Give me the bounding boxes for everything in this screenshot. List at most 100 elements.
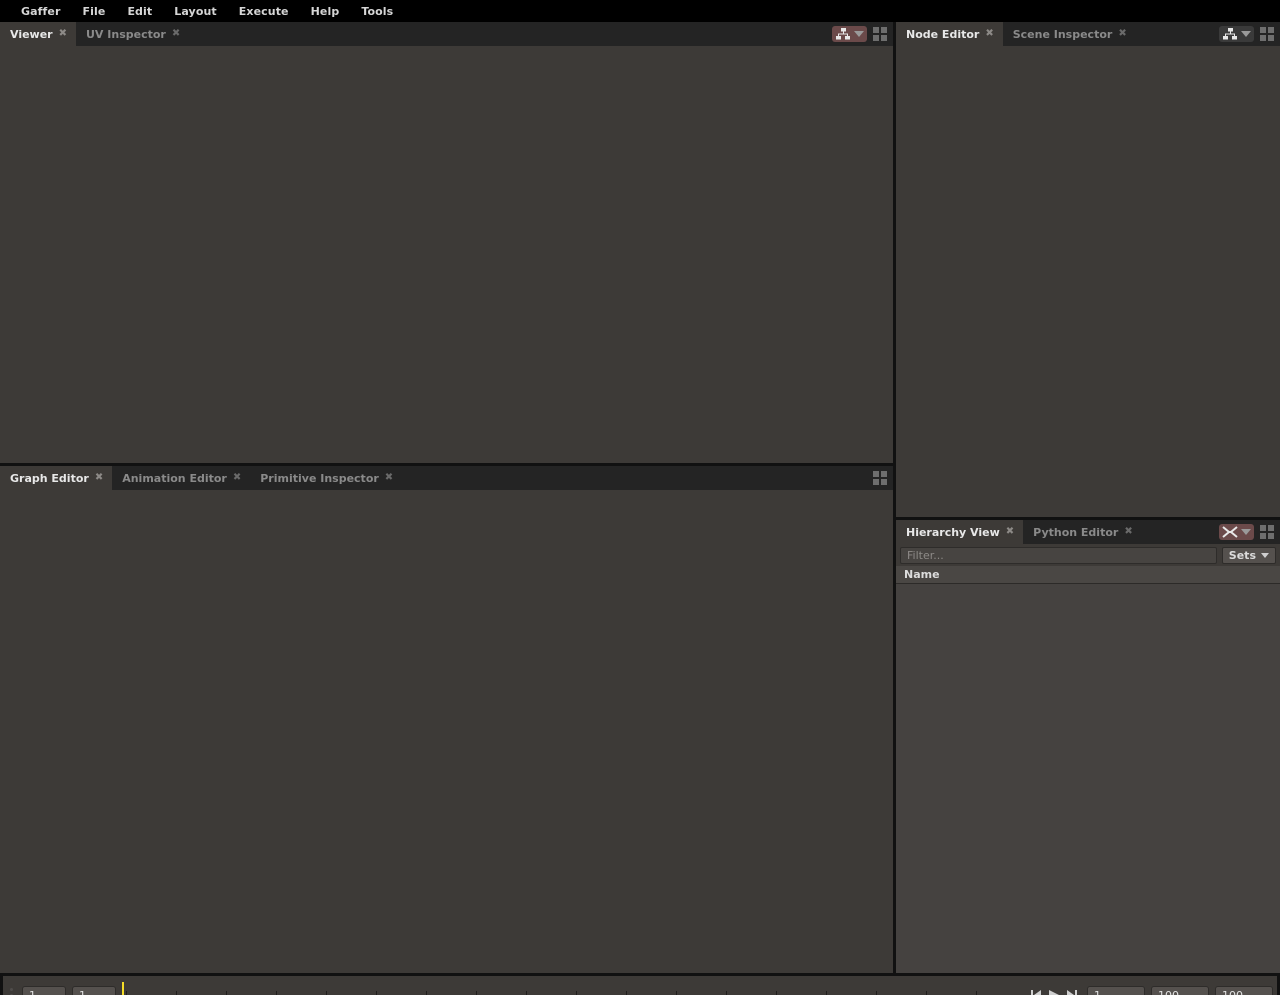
hierarchy-view-tab-list: Hierarchy View ✖ Python Editor ✖ bbox=[896, 520, 1215, 544]
skip-to-start-icon[interactable] bbox=[1031, 989, 1042, 995]
sets-label: Sets bbox=[1228, 548, 1256, 562]
timeline-bar: 1 1 1 100 100 bbox=[0, 973, 1280, 995]
hierarchy-list[interactable] bbox=[896, 584, 1280, 973]
node-editor-content[interactable] bbox=[896, 46, 1280, 517]
chevron-down-icon bbox=[1261, 552, 1269, 558]
layout-grid-icon[interactable] bbox=[1260, 27, 1274, 41]
node-editor-panel: Node Editor ✖ Scene Inspector ✖ bbox=[896, 22, 1280, 517]
tab-scene-inspector[interactable]: Scene Inspector ✖ bbox=[1002, 22, 1136, 46]
viewer-panel: Viewer ✖ UV Inspector ✖ bbox=[0, 22, 893, 463]
close-icon[interactable]: ✖ bbox=[59, 29, 67, 39]
viewer-canvas[interactable] bbox=[0, 46, 893, 463]
ruler-tick bbox=[126, 991, 127, 995]
right-column: Node Editor ✖ Scene Inspector ✖ Hierarch… bbox=[896, 22, 1280, 973]
menu-item-gaffer[interactable]: Gaffer bbox=[10, 2, 72, 21]
tab-graph-editor[interactable]: Graph Editor ✖ bbox=[0, 466, 113, 490]
close-icon[interactable]: ✖ bbox=[172, 29, 180, 39]
close-icon[interactable]: ✖ bbox=[1006, 527, 1014, 537]
ruler-tick bbox=[426, 991, 427, 995]
frame-secondary-field[interactable]: 1 bbox=[72, 985, 116, 995]
ruler-tick bbox=[776, 991, 777, 995]
graph-editor-tab-list: Graph Editor ✖ Animation Editor ✖ Primit… bbox=[0, 466, 869, 490]
tab-label: Python Editor bbox=[1033, 525, 1119, 539]
graph-editor-panel: Graph Editor ✖ Animation Editor ✖ Primit… bbox=[0, 466, 893, 973]
current-frame-field[interactable]: 1 bbox=[1087, 985, 1145, 995]
play-icon[interactable] bbox=[1048, 989, 1060, 995]
tab-label: Viewer bbox=[10, 27, 53, 41]
ruler-tick bbox=[276, 991, 277, 995]
playhead-marker[interactable] bbox=[122, 982, 124, 995]
hierarchy-view-corner-controls bbox=[1215, 520, 1280, 544]
node-graph-icon bbox=[836, 28, 850, 40]
tab-label: Primitive Inspector bbox=[260, 471, 379, 485]
ruler-tick bbox=[826, 991, 827, 995]
tab-label: Graph Editor bbox=[10, 471, 89, 485]
tab-label: Node Editor bbox=[906, 27, 980, 41]
transport-controls bbox=[1027, 989, 1081, 995]
menu-item-layout[interactable]: Layout bbox=[163, 2, 228, 21]
ruler-tick bbox=[226, 991, 227, 995]
ruler-tick bbox=[526, 991, 527, 995]
node-editor-node-selector-button[interactable] bbox=[1219, 26, 1254, 42]
node-editor-corner-controls bbox=[1215, 22, 1280, 46]
ruler-tick bbox=[326, 991, 327, 995]
node-editor-tab-list: Node Editor ✖ Scene Inspector ✖ bbox=[896, 22, 1215, 46]
menu-bar: Gaffer File Edit Layout Execute Help Too… bbox=[0, 0, 1280, 22]
ruler-tick bbox=[376, 991, 377, 995]
hierarchy-expand-collapse-button[interactable] bbox=[1219, 524, 1254, 540]
tab-viewer[interactable]: Viewer ✖ bbox=[0, 22, 76, 46]
ruler-tick bbox=[876, 991, 877, 995]
layout-grid-icon[interactable] bbox=[873, 27, 887, 41]
menu-item-tools[interactable]: Tools bbox=[350, 2, 404, 21]
menu-item-help[interactable]: Help bbox=[300, 2, 351, 21]
hierarchy-view-panel: Hierarchy View ✖ Python Editor ✖ Filter.… bbox=[896, 520, 1280, 973]
skip-to-end-icon[interactable] bbox=[1066, 989, 1077, 995]
main-layout: Viewer ✖ UV Inspector ✖ Graph Editor ✖ A… bbox=[0, 22, 1280, 973]
chevron-down-icon[interactable] bbox=[1241, 31, 1251, 37]
tab-uv-inspector[interactable]: UV Inspector ✖ bbox=[76, 22, 190, 46]
close-icon[interactable]: ✖ bbox=[1118, 29, 1126, 39]
ruler-tick bbox=[576, 991, 577, 995]
left-column: Viewer ✖ UV Inspector ✖ Graph Editor ✖ A… bbox=[0, 22, 893, 973]
layout-grid-icon[interactable] bbox=[873, 471, 887, 485]
ruler-tick bbox=[476, 991, 477, 995]
close-icon[interactable]: ✖ bbox=[985, 29, 993, 39]
chevron-down-icon[interactable] bbox=[1241, 529, 1251, 535]
close-icon[interactable]: ✖ bbox=[385, 473, 393, 483]
sets-dropdown-button[interactable]: Sets bbox=[1221, 546, 1276, 564]
tab-primitive-inspector[interactable]: Primitive Inspector ✖ bbox=[250, 466, 403, 490]
tab-label: UV Inspector bbox=[86, 27, 166, 41]
ruler-tick bbox=[176, 991, 177, 995]
viewer-node-selector-button[interactable] bbox=[832, 26, 867, 42]
hierarchy-view-tabbar: Hierarchy View ✖ Python Editor ✖ bbox=[896, 520, 1280, 544]
filter-input[interactable] bbox=[900, 546, 1217, 564]
drag-grip-icon[interactable] bbox=[7, 987, 16, 995]
layout-grid-icon[interactable] bbox=[1260, 525, 1274, 539]
viewer-corner-controls bbox=[828, 22, 893, 46]
tab-node-editor[interactable]: Node Editor ✖ bbox=[896, 22, 1003, 46]
close-icon[interactable]: ✖ bbox=[233, 473, 241, 483]
close-icon[interactable]: ✖ bbox=[95, 473, 103, 483]
menu-item-file[interactable]: File bbox=[72, 2, 117, 21]
ruler-tick bbox=[926, 991, 927, 995]
node-graph-icon bbox=[1223, 28, 1237, 40]
hierarchy-view-toolbar: Sets bbox=[896, 544, 1280, 566]
ruler-tick bbox=[976, 991, 977, 995]
tab-python-editor[interactable]: Python Editor ✖ bbox=[1023, 520, 1142, 544]
graph-editor-canvas[interactable] bbox=[0, 490, 893, 973]
chevron-down-icon[interactable] bbox=[854, 31, 864, 37]
close-icon[interactable]: ✖ bbox=[1124, 527, 1132, 537]
timeline-ruler[interactable] bbox=[122, 980, 1021, 995]
range-end-field[interactable]: 100 bbox=[1215, 985, 1273, 995]
ruler-tick bbox=[726, 991, 727, 995]
menu-item-edit[interactable]: Edit bbox=[116, 2, 163, 21]
column-header-name: Name bbox=[904, 568, 940, 581]
frame-start-field[interactable]: 1 bbox=[22, 985, 66, 995]
tab-animation-editor[interactable]: Animation Editor ✖ bbox=[112, 466, 251, 490]
viewer-tabbar: Viewer ✖ UV Inspector ✖ bbox=[0, 22, 893, 46]
end-frame-field[interactable]: 100 bbox=[1151, 985, 1209, 995]
menu-item-execute[interactable]: Execute bbox=[228, 2, 300, 21]
tab-hierarchy-view[interactable]: Hierarchy View ✖ bbox=[896, 520, 1024, 544]
ruler-tick bbox=[626, 991, 627, 995]
graph-editor-tabbar: Graph Editor ✖ Animation Editor ✖ Primit… bbox=[0, 466, 893, 490]
